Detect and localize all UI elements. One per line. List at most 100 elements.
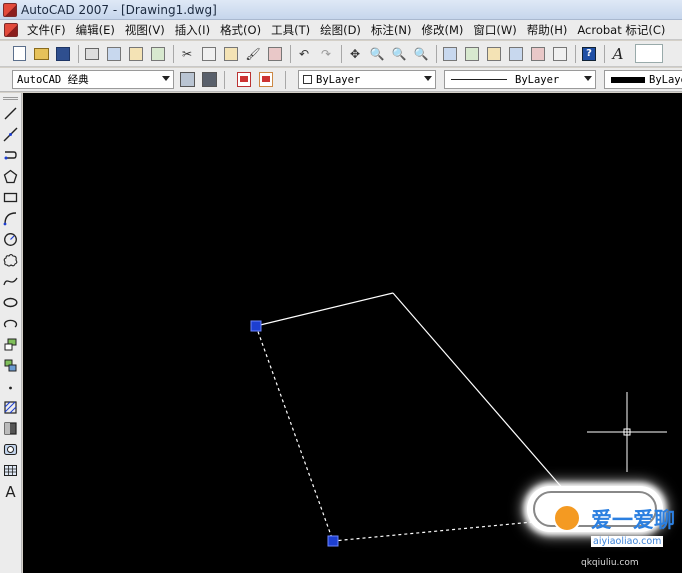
hatch-tool-icon[interactable] [2,399,19,416]
menu-window[interactable]: 窗口(W) [468,22,521,38]
autocad-app-icon[interactable] [3,2,17,17]
pdf-icon[interactable] [235,71,253,89]
toolbar-separator [173,44,174,63]
pan-icon[interactable]: ✥ [346,45,364,63]
plot-preview-icon[interactable] [105,45,123,63]
copy-icon[interactable] [200,45,218,63]
zoom-window-icon[interactable]: 🔍 [390,45,408,63]
toolbar-separator [224,70,225,89]
ellipse-arc-tool-icon[interactable] [2,315,19,332]
menu-edit[interactable]: 编辑(E) [71,22,120,38]
watermark-emblem [553,504,581,532]
help-icon[interactable]: ? [580,45,598,63]
point-tool-icon[interactable] [2,378,19,395]
selected-polyline[interactable] [255,325,544,542]
3d-dwf-icon[interactable] [149,45,167,63]
quickcalc-icon[interactable] [551,45,569,63]
line-tool-icon[interactable] [2,105,19,122]
crosshair-cursor [587,392,667,472]
drawing-area[interactable]: 爱一爱聊 aiyiaoliao.com qkqiuliu.com [23,93,682,573]
line-segment-top[interactable] [255,292,394,327]
revision-cloud-tool-icon[interactable] [2,252,19,269]
menu-acrobat[interactable]: Acrobat 标记(C) [572,22,670,38]
save-icon[interactable] [54,45,72,63]
circle-tool-icon[interactable] [2,231,19,248]
gradient-tool-icon[interactable] [2,420,19,437]
construction-line-tool-icon[interactable] [2,126,19,143]
text-style-field[interactable] [635,44,663,63]
menu-format[interactable]: 格式(O) [215,22,266,38]
text-style-icon[interactable]: A [609,45,627,63]
linetype-sample [451,79,507,80]
color-swatch [303,75,312,84]
menu-file[interactable]: 文件(F) [22,22,71,38]
design-center-icon[interactable] [463,45,481,63]
menu-insert[interactable]: 插入(I) [170,22,215,38]
grip-vertex[interactable] [327,535,339,547]
menu-view[interactable]: 视图(V) [120,22,170,38]
zoom-realtime-icon[interactable]: 🔍 [368,45,386,63]
make-block-tool-icon[interactable] [2,357,19,374]
match-properties-icon[interactable]: 🖌 [244,45,262,63]
undo-icon[interactable]: ↶ [295,45,313,63]
window-title: AutoCAD 2007 - [Drawing1.dwg] [21,2,217,17]
chevron-down-icon [162,76,170,81]
lineweight-control-dropdown[interactable]: ByLayer [604,70,682,89]
menu-modify[interactable]: 修改(M) [417,22,469,38]
toolbar-separator [78,44,79,63]
ellipse-tool-icon[interactable] [2,294,19,311]
rectangle-tool-icon[interactable] [2,189,19,206]
zoom-previous-icon[interactable]: 🔍 [412,45,430,63]
workspace-settings-icon[interactable] [178,71,196,89]
polygon-tool-icon[interactable] [2,168,19,185]
document-menu-icon[interactable] [4,22,18,37]
toolbar-grip[interactable] [3,97,18,100]
insert-block-tool-icon[interactable] [2,336,19,353]
toolbar-separator [575,44,576,63]
multiline-text-glyph: A [5,482,16,501]
markup-set-manager-icon[interactable] [529,45,547,63]
spline-tool-icon[interactable] [2,273,19,290]
pdf-settings-icon[interactable] [257,71,275,89]
toolbar-separator [285,70,286,89]
draw-toolbar: A [0,93,22,573]
menu-help[interactable]: 帮助(H) [522,22,573,38]
redo-icon[interactable]: ↷ [317,45,335,63]
arc-tool-icon[interactable] [2,210,19,227]
chevron-down-icon [584,76,592,81]
multiline-text-tool-icon[interactable]: A [2,482,19,501]
save-workspace-icon[interactable] [200,71,218,89]
polyline-tool-icon[interactable] [2,147,19,164]
linetype-value: ByLayer [515,73,560,86]
open-file-icon[interactable] [32,45,50,63]
menu-bar: 文件(F) 编辑(E) 视图(V) 插入(I) 格式(O) 工具(T) 绘图(D… [0,20,682,40]
toolbar-separator [604,44,605,63]
toolbar-separator [341,44,342,63]
table-tool-icon[interactable] [2,462,19,479]
sheet-set-manager-icon[interactable] [507,45,525,63]
publish-icon[interactable] [127,45,145,63]
workspace-dropdown[interactable]: AutoCAD 经典 [12,70,174,89]
menu-draw[interactable]: 绘图(D) [315,22,366,38]
block-editor-icon[interactable] [266,45,284,63]
color-value: ByLayer [316,73,361,86]
linetype-control-dropdown[interactable]: ByLayer [444,70,596,89]
menu-tools[interactable]: 工具(T) [266,22,315,38]
workspace-value: AutoCAD 经典 [17,74,89,86]
cut-icon[interactable]: ✂ [178,45,196,63]
region-tool-icon[interactable] [2,441,19,458]
watermark-domain-secondary: qkqiuliu.com [581,558,639,568]
title-bar: AutoCAD 2007 - [Drawing1.dwg] [0,0,682,20]
toolbar-separator [290,44,291,63]
menu-dimension[interactable]: 标注(N) [366,22,417,38]
paste-icon[interactable] [222,45,240,63]
grip-vertex[interactable] [250,320,262,332]
watermark-brand: 爱一爱聊 [591,508,675,532]
new-file-icon[interactable] [10,45,28,63]
line-segment-right[interactable] [392,292,572,499]
plot-icon[interactable] [83,45,101,63]
color-control-dropdown[interactable]: ByLayer [298,70,436,89]
tool-palettes-icon[interactable] [485,45,503,63]
watermark-domain: aiyiaoliao.com [591,536,664,547]
properties-icon[interactable] [441,45,459,63]
